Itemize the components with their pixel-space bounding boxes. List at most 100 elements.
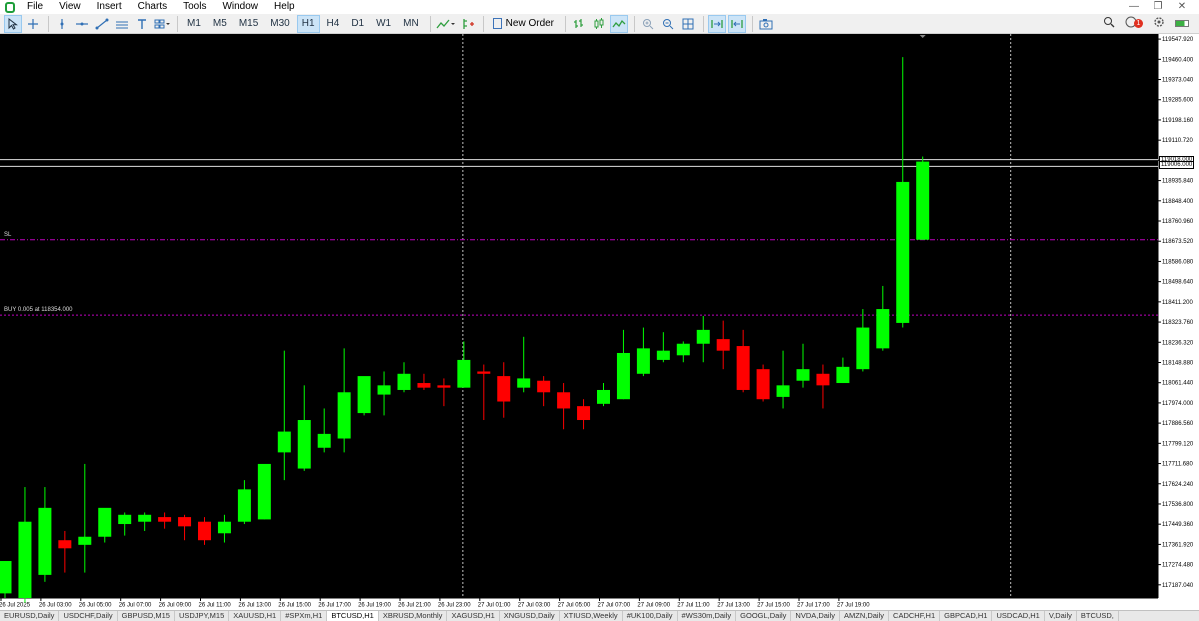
timeframe-m5[interactable]: M5	[208, 15, 232, 33]
restore-icon[interactable]: ❐	[1147, 0, 1169, 14]
chart-tab[interactable]: BTCUSD,	[1077, 611, 1119, 621]
candle-body[interactable]	[58, 540, 72, 549]
candle-body[interactable]	[237, 489, 251, 522]
cursor-tool-icon[interactable]	[4, 14, 22, 33]
auto-scroll-icon[interactable]	[708, 14, 727, 33]
candle-body[interactable]	[876, 309, 890, 349]
chart-tab[interactable]: NVDA,Daily	[791, 611, 841, 621]
timeframe-m1[interactable]: M1	[182, 15, 206, 33]
trendline-icon[interactable]	[93, 15, 111, 33]
chart-tab[interactable]: USDCHF,Daily	[59, 611, 118, 621]
candle-body[interactable]	[337, 392, 351, 439]
candle-body[interactable]	[18, 521, 32, 598]
candle-body[interactable]	[0, 561, 12, 594]
timeframe-m15[interactable]: M15	[234, 15, 263, 33]
timeframe-mn[interactable]: MN	[398, 15, 424, 33]
candle-body[interactable]	[896, 181, 910, 323]
text-tool-icon[interactable]	[133, 15, 151, 33]
tile-windows-icon[interactable]	[679, 15, 697, 33]
menu-view[interactable]: View	[51, 0, 89, 14]
candle-body[interactable]	[816, 373, 830, 386]
chart-tab[interactable]: GBPUSD,M15	[118, 611, 175, 621]
candle-body[interactable]	[38, 507, 52, 575]
candle-body[interactable]	[577, 406, 591, 421]
indicators-icon[interactable]	[435, 15, 457, 33]
bar-chart-icon[interactable]	[570, 15, 588, 33]
chart-tab[interactable]: USDCAD,H1	[992, 611, 1045, 621]
connection-status-icon[interactable]	[1175, 20, 1189, 27]
candle-body[interactable]	[78, 536, 92, 545]
menu-file[interactable]: File	[19, 0, 51, 14]
screenshot-icon[interactable]	[757, 15, 775, 33]
candle-body[interactable]	[497, 376, 511, 402]
menu-tools[interactable]: Tools	[175, 0, 214, 14]
chart-tab[interactable]: #WS30m,Daily	[678, 611, 737, 621]
timeframe-m30[interactable]: M30	[265, 15, 294, 33]
candle-body[interactable]	[836, 366, 850, 384]
channel-icon[interactable]	[113, 15, 131, 33]
candle-body[interactable]	[676, 343, 690, 356]
chart-tab[interactable]: CADCHF,H1	[889, 611, 941, 621]
zoom-in-icon[interactable]	[639, 15, 657, 33]
chart-tab[interactable]: V,Daily	[1045, 611, 1077, 621]
chart-area[interactable]: 119547.920 119460.400 119373.040 119285.600…	[0, 34, 1199, 610]
chart-tab[interactable]: USDJPY,M15	[175, 611, 230, 621]
shapes-icon[interactable]	[153, 15, 171, 33]
candle-body[interactable]	[916, 161, 930, 240]
candle-body[interactable]	[417, 383, 431, 388]
chart-tab[interactable]: #UK100,Daily	[623, 611, 678, 621]
candle-body[interactable]	[517, 378, 531, 388]
chart-tab[interactable]: XTIUSD,Weekly	[560, 611, 623, 621]
timeframe-w1[interactable]: W1	[371, 15, 396, 33]
candle-body[interactable]	[98, 507, 112, 537]
templates-icon[interactable]	[459, 15, 477, 33]
chart-tab[interactable]: XNGUSD,Daily	[500, 611, 560, 621]
candle-body[interactable]	[217, 521, 231, 534]
candle-body[interactable]	[537, 380, 551, 393]
candle-body[interactable]	[457, 359, 471, 388]
candle-body[interactable]	[178, 517, 192, 527]
candle-body[interactable]	[377, 385, 391, 395]
candle-body[interactable]	[477, 371, 491, 374]
candle-body[interactable]	[756, 369, 770, 400]
candle-body[interactable]	[297, 420, 311, 469]
new-order-button[interactable]: New Order	[488, 15, 559, 33]
candle-body[interactable]	[437, 385, 451, 388]
notifications-button[interactable]: 1	[1125, 16, 1143, 31]
timeframe-h1[interactable]: H1	[296, 14, 320, 33]
search-icon[interactable]	[1103, 16, 1115, 31]
candle-body[interactable]	[118, 514, 132, 525]
candle-body[interactable]	[716, 339, 730, 351]
price-chart[interactable]: 119547.920 119460.400 119373.040 119285.600…	[0, 34, 1199, 610]
timeframe-h4[interactable]: H4	[322, 15, 345, 33]
candle-body[interactable]	[776, 385, 790, 397]
candle-body[interactable]	[656, 350, 670, 360]
candle-body[interactable]	[597, 389, 610, 404]
candle-body[interactable]	[257, 463, 271, 520]
candle-body[interactable]	[317, 433, 331, 448]
menu-insert[interactable]: Insert	[89, 0, 130, 14]
crosshair-tool-icon[interactable]	[24, 15, 42, 33]
zoom-out-icon[interactable]	[659, 15, 677, 33]
close-icon[interactable]: ✕	[1171, 0, 1193, 14]
candle-body[interactable]	[856, 327, 870, 370]
chart-shift-icon[interactable]	[728, 14, 747, 33]
line-chart-icon[interactable]	[610, 14, 629, 33]
candle-body[interactable]	[397, 373, 411, 390]
menu-help[interactable]: Help	[266, 0, 303, 14]
settings-icon[interactable]	[1153, 16, 1165, 31]
chart-tab[interactable]: #SPXm,H1	[281, 611, 328, 621]
chart-tab[interactable]: EURUSD,Daily	[0, 611, 60, 621]
chart-tab[interactable]: AMZN,Daily	[840, 611, 890, 621]
minimize-icon[interactable]: —	[1123, 0, 1145, 14]
candle-body[interactable]	[736, 346, 750, 390]
chart-tab[interactable]: XBRUSD,Monthly	[379, 611, 448, 621]
plot-background[interactable]	[0, 34, 1158, 598]
candle-body[interactable]	[198, 521, 211, 541]
horizontal-line-icon[interactable]	[73, 15, 91, 33]
chart-tab[interactable]: GOOGL,Daily	[736, 611, 792, 621]
candle-body[interactable]	[616, 352, 630, 400]
chart-tab[interactable]: XAUUSD,H1	[229, 611, 282, 621]
candle-body[interactable]	[557, 392, 571, 409]
candle-body[interactable]	[158, 517, 172, 522]
